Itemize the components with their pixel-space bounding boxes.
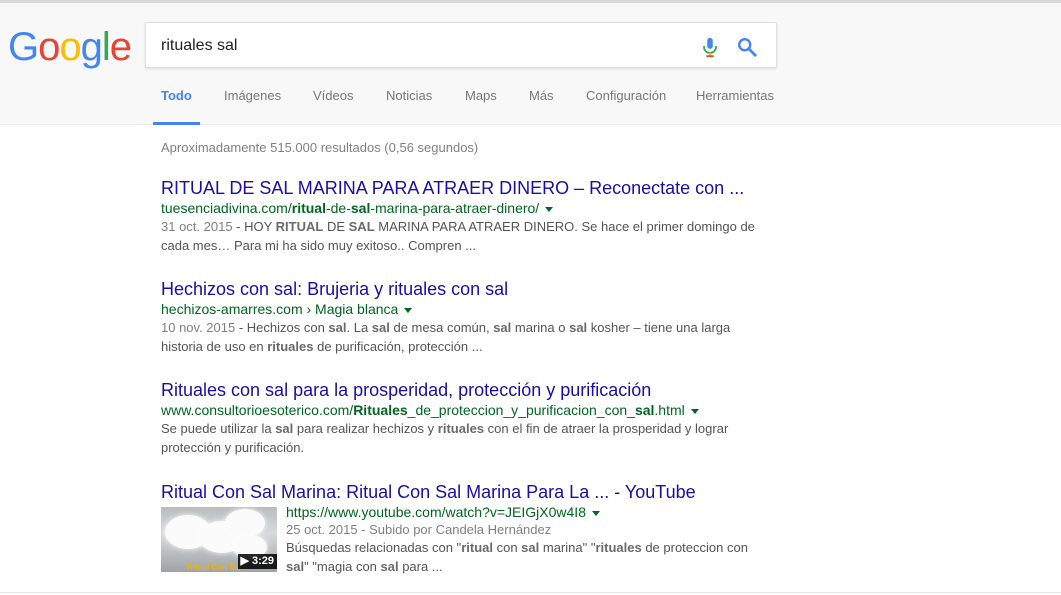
video-text: https://www.youtube.com/watch?v=JEIGjX0w… <box>286 503 761 576</box>
search-icon[interactable] <box>736 36 758 58</box>
dropdown-caret-icon[interactable] <box>591 510 600 516</box>
result-stats: Aproximadamente 515.000 resultados (0,56… <box>161 140 479 155</box>
result-snippet: 10 nov. 2015 - Hechizos con sal. La sal … <box>161 320 731 354</box>
dropdown-caret-icon[interactable] <box>404 307 413 313</box>
dropdown-caret-icon[interactable] <box>690 408 699 414</box>
tab-imagenes[interactable]: Imágenes <box>224 89 281 125</box>
tab-maps[interactable]: Maps <box>465 89 497 125</box>
dropdown-caret-icon[interactable] <box>545 206 554 212</box>
result-url: hechizos-amarres.com › Magia blanca <box>161 300 761 318</box>
tab-configuracion[interactable]: Configuración <box>586 89 666 125</box>
result-snippet: Búsquedas relacionadas con "ritual con s… <box>286 540 748 574</box>
result-url: tuesenciadivina.com/ritual-de-sal-marina… <box>161 199 761 217</box>
video-meta: 25 oct. 2015 - Subido por Candela Hernán… <box>286 522 552 537</box>
result-url: www.consultorioesoterico.com/Rituales_de… <box>161 401 761 419</box>
header: Google Todo Imágenes Vídeos Noticias Map… <box>0 3 1061 125</box>
result-title-link[interactable]: Ritual Con Sal Marina: Ritual Con Sal Ma… <box>161 481 761 503</box>
video-thumbnail[interactable]: Ritual Con Sal ▶ 3:29 <box>161 507 277 572</box>
result-snippet: Se puede utilizar la sal para realizar h… <box>161 421 729 455</box>
tab-mas[interactable]: Más <box>529 89 554 125</box>
tab-todo[interactable]: Todo <box>153 89 200 125</box>
result-snippet: 31 oct. 2015 - HOY RITUAL DE SAL MARINA … <box>161 219 755 253</box>
result-title-link[interactable]: Hechizos con sal: Brujeria y rituales co… <box>161 278 761 300</box>
tab-noticias[interactable]: Noticias <box>386 89 432 125</box>
search-box <box>145 22 777 68</box>
thumbnail-label: Ritual Con Sal <box>187 563 242 572</box>
result-title-link[interactable]: RITUAL DE SAL MARINA PARA ATRAER DINERO … <box>161 177 761 199</box>
play-icon: ▶ <box>240 555 252 567</box>
mic-icon[interactable] <box>699 35 721 59</box>
result-url: https://www.youtube.com/watch?v=JEIGjX0w… <box>286 503 761 521</box>
google-logo[interactable]: Google <box>8 25 132 69</box>
bottom-divider <box>0 592 1061 593</box>
search-result: Rituales con sal para la prosperidad, pr… <box>161 379 761 457</box>
video-duration: ▶ 3:29 <box>238 554 277 569</box>
tab-herramientas[interactable]: Herramientas <box>696 89 774 125</box>
search-result-video: Ritual Con Sal Marina: Ritual Con Sal Ma… <box>161 481 761 574</box>
search-input[interactable] <box>161 35 681 57</box>
result-title-link[interactable]: Rituales con sal para la prosperidad, pr… <box>161 379 761 401</box>
thumbnail-shape <box>225 509 265 537</box>
search-tabs: Todo Imágenes Vídeos Noticias Maps Más C… <box>0 89 1061 125</box>
tab-videos[interactable]: Vídeos <box>313 89 353 125</box>
video-row: Ritual Con Sal ▶ 3:29 https://www.youtub… <box>161 503 761 574</box>
search-result: RITUAL DE SAL MARINA PARA ATRAER DINERO … <box>161 177 761 255</box>
search-result: Hechizos con sal: Brujeria y rituales co… <box>161 278 761 356</box>
